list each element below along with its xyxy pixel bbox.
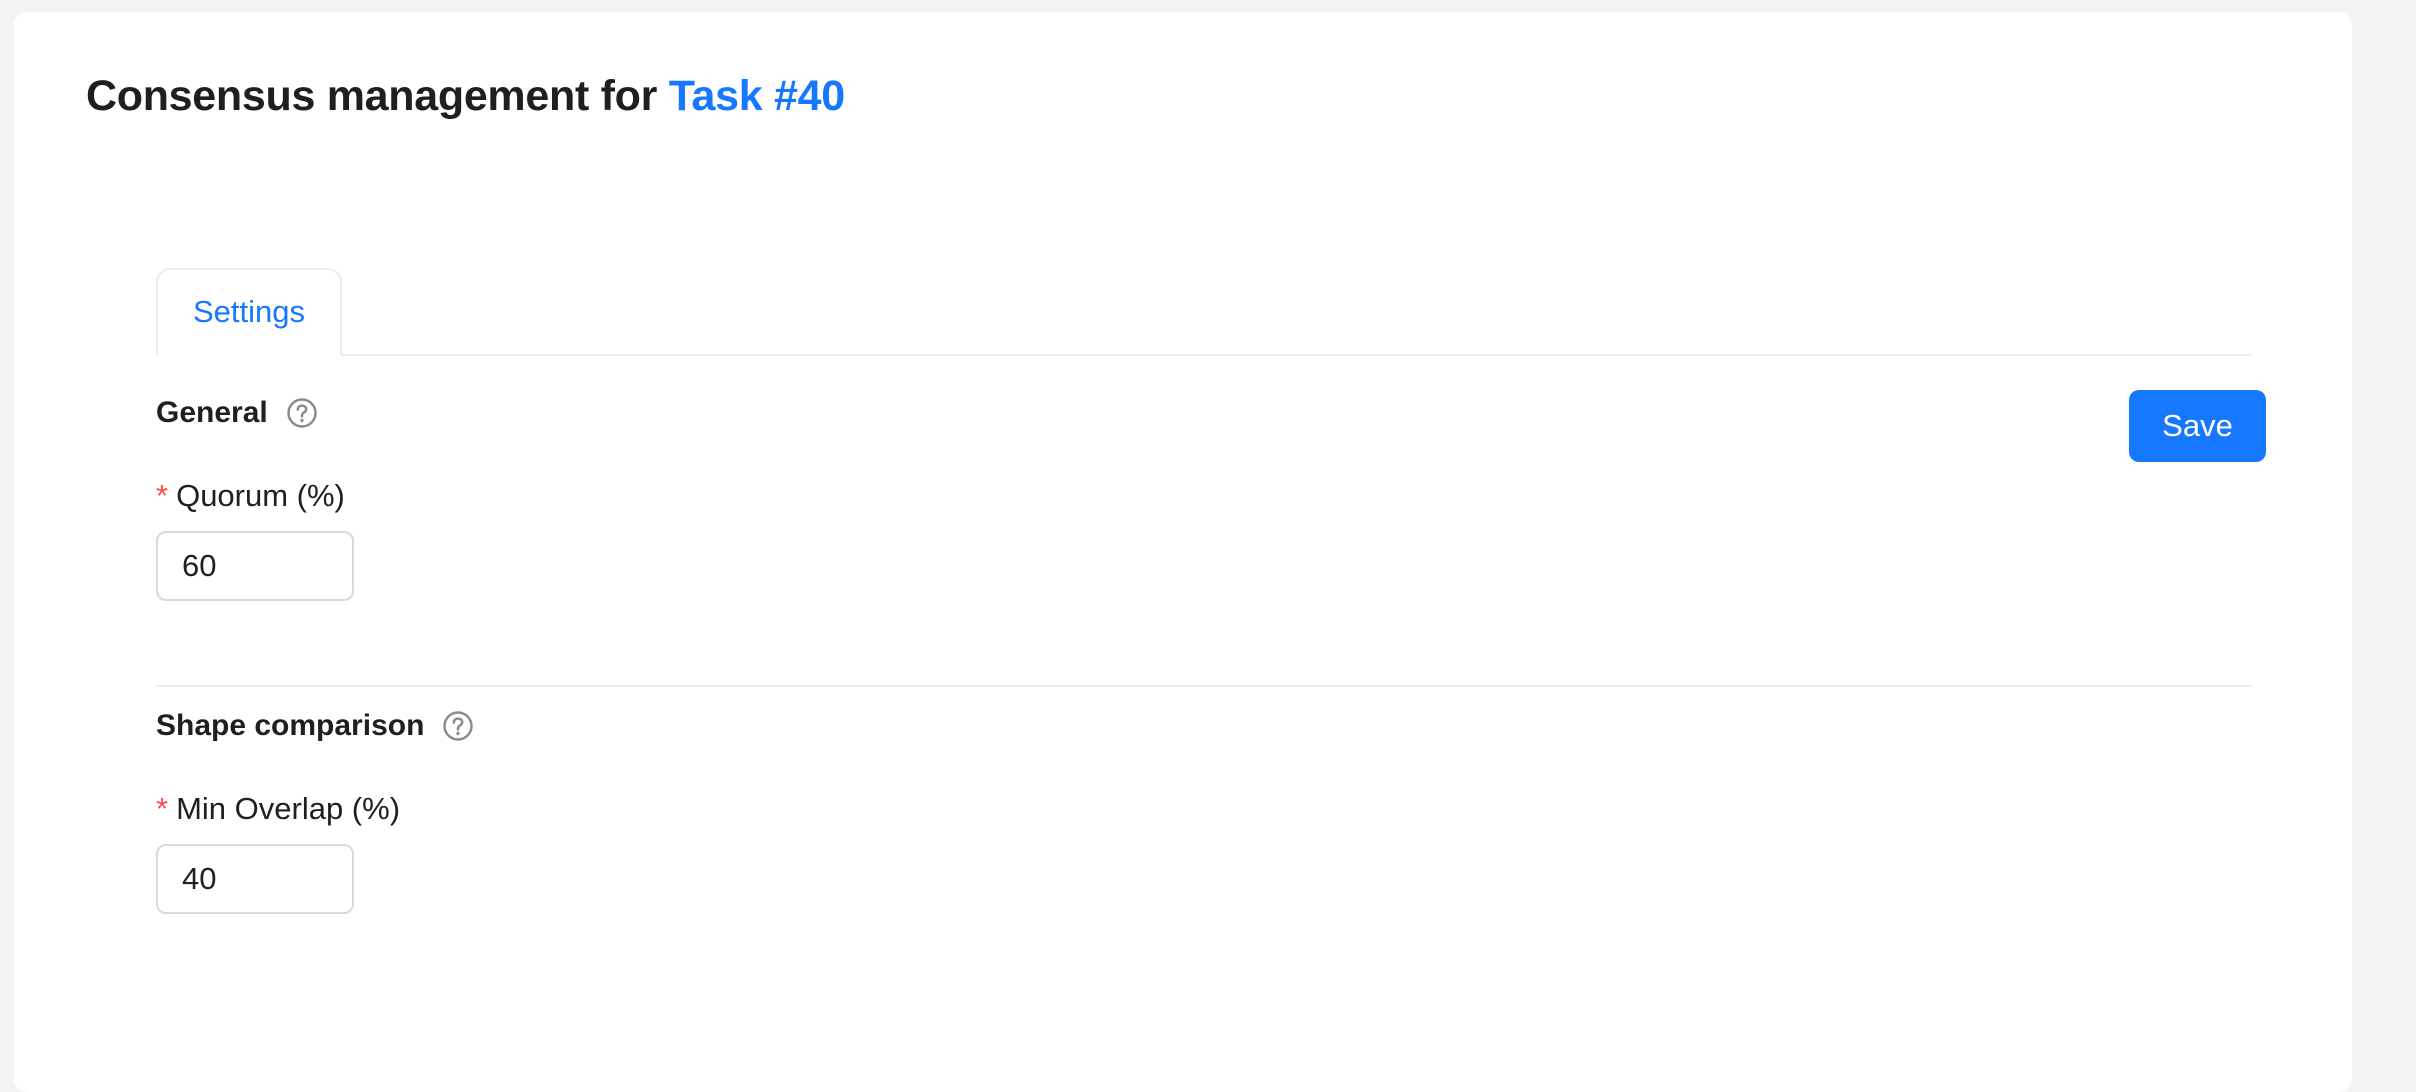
- min-overlap-label-text: Min Overlap (%): [176, 791, 401, 826]
- section-general-label: General: [156, 396, 268, 429]
- required-asterisk: *: [156, 791, 169, 826]
- section-shape-comparison-title: Shape comparison: [156, 709, 474, 743]
- quorum-input[interactable]: [156, 531, 354, 601]
- min-overlap-label: * Min Overlap (%): [156, 791, 400, 827]
- min-overlap-input[interactable]: [156, 844, 354, 914]
- task-link[interactable]: Task #40: [669, 72, 845, 120]
- page-title-prefix: Consensus management for: [86, 72, 658, 120]
- section-general-title: General: [156, 396, 318, 430]
- page-title: Consensus management for Task #40: [86, 72, 845, 121]
- section-shape-comparison-label: Shape comparison: [156, 709, 425, 742]
- quorum-label: * Quorum (%): [156, 478, 345, 514]
- tabs-bar: Settings: [156, 256, 2252, 356]
- required-asterisk: *: [156, 478, 169, 513]
- question-circle-icon[interactable]: [442, 710, 474, 742]
- main-card: Consensus management for Task #40 Settin…: [14, 12, 2352, 1092]
- quorum-label-text: Quorum (%): [176, 478, 345, 513]
- save-button[interactable]: Save: [2129, 390, 2266, 462]
- section-divider: [156, 685, 2252, 687]
- tab-settings[interactable]: Settings: [156, 268, 342, 356]
- question-circle-icon[interactable]: [286, 397, 318, 429]
